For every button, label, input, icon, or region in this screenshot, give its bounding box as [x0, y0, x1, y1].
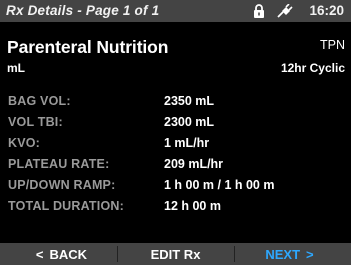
detail-label: BAG VOL:: [8, 94, 71, 108]
chevron-left-icon: <: [35, 246, 44, 262]
back-label: BACK: [49, 246, 88, 262]
softkey-bar: < BACK EDIT Rx NEXT >: [0, 243, 351, 265]
lock-icon: [253, 4, 265, 18]
detail-row-vol-tbi: VOL TBI: 2300 mL: [0, 113, 351, 134]
detail-row-up-down-ramp: UP/DOWN RAMP: 1 h 00 m / 1 h 00 m: [0, 176, 351, 197]
detail-row-total-duration: TOTAL DURATION: 12 h 00 m: [0, 197, 351, 218]
detail-value: 2350 mL: [164, 94, 215, 108]
plug-icon: [277, 3, 293, 18]
detail-row-kvo: KVO: 1 mL/hr: [0, 134, 351, 155]
rx-title: Parenteral Nutrition: [7, 37, 169, 57]
detail-value: 12 h 00 m: [164, 199, 221, 213]
detail-label: PLATEAU RATE:: [8, 157, 110, 171]
detail-value: 2300 mL: [164, 115, 215, 129]
detail-row-bag-vol: BAG VOL: 2350 mL: [0, 92, 351, 113]
status-title: Rx Details - Page 1 of 1: [6, 3, 160, 18]
detail-label: TOTAL DURATION:: [8, 199, 124, 213]
status-bar: Rx Details - Page 1 of 1 16:20: [0, 0, 351, 22]
next-button[interactable]: NEXT >: [234, 243, 351, 265]
detail-value: 1 h 00 m / 1 h 00 m: [164, 178, 275, 192]
edit-rx-button[interactable]: EDIT Rx: [117, 243, 234, 265]
detail-label: UP/DOWN RAMP:: [8, 178, 116, 192]
detail-label: VOL TBI:: [8, 115, 63, 129]
rx-header: Parenteral Nutrition TPN mL 12hr Cyclic: [0, 22, 351, 86]
detail-label: KVO:: [8, 136, 41, 150]
next-label: NEXT: [265, 246, 301, 262]
rx-details-screen: Rx Details - Page 1 of 1 16:20 Parentera…: [0, 0, 351, 265]
clock-time: 16:20: [309, 3, 344, 18]
rx-mode: 12hr Cyclic: [280, 61, 345, 75]
detail-value: 209 mL/hr: [164, 157, 224, 171]
back-button[interactable]: < BACK: [0, 243, 117, 265]
rx-type: TPN: [320, 38, 345, 52]
detail-row-plateau-rate: PLATEAU RATE: 209 mL/hr: [0, 155, 351, 176]
rx-details-list: BAG VOL: 2350 mL VOL TBI: 2300 mL KVO: 1…: [0, 92, 351, 218]
rx-unit: mL: [7, 61, 25, 75]
edit-rx-label: EDIT Rx: [150, 246, 201, 262]
chevron-right-icon: >: [306, 246, 314, 262]
detail-value: 1 mL/hr: [164, 136, 210, 150]
